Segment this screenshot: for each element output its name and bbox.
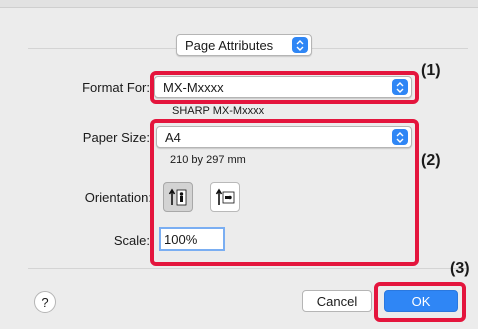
cancel-button[interactable]: Cancel	[302, 290, 372, 312]
dialog-top-strip	[0, 0, 478, 8]
page-setup-dialog: Page Attributes Format For: MX-Mxxxx SHA…	[0, 0, 478, 329]
page-attributes-popup[interactable]: Page Attributes	[176, 34, 312, 56]
orientation-label: Orientation:	[84, 190, 152, 205]
help-icon: ?	[41, 294, 49, 310]
callout-1: (1)	[421, 62, 441, 79]
printer-description: SHARP MX-Mxxxx	[172, 105, 265, 117]
format-for-label: Format For:	[82, 80, 150, 95]
callout-3: (3)	[450, 260, 470, 277]
callout-2: (2)	[421, 152, 441, 169]
help-button[interactable]: ?	[34, 291, 56, 313]
highlight-box-1	[150, 71, 419, 104]
chevron-up-down-icon	[292, 37, 308, 53]
scale-label: Scale:	[113, 233, 150, 248]
page-attributes-label: Page Attributes	[185, 37, 274, 53]
paper-size-label: Paper Size:	[82, 130, 150, 145]
divider-bottom	[28, 268, 468, 269]
highlight-box-3	[374, 282, 466, 322]
highlight-box-2	[150, 119, 419, 266]
